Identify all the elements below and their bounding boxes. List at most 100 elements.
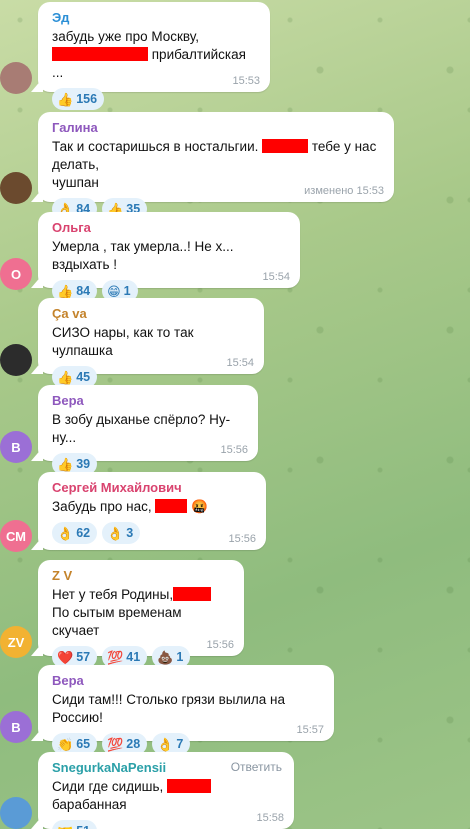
- reaction-emoji-icon: 🤝: [57, 825, 73, 829]
- reaction-emoji-icon: 😁: [107, 283, 121, 299]
- reaction-chip[interactable]: 👌 62: [52, 522, 98, 544]
- message-line: По сытым временам скучает: [52, 604, 232, 640]
- message-bubble[interactable]: Сергей Михайлович Забудь про нас, 🤬 👌 62 👌 3 1…: [38, 472, 266, 550]
- message-line: Сиди где сидишь, барабанная: [52, 778, 282, 814]
- reaction-count: 1: [176, 650, 184, 664]
- reaction-count: 51: [76, 824, 90, 829]
- message-time: 15:56: [220, 444, 248, 456]
- text-segment: Так и состаришься в ностальгии.: [52, 139, 263, 154]
- message-text: забудь уже про Москву, прибалтийская ...: [52, 28, 258, 82]
- message-text: Так и состаришься в ностальгии. тебе у н…: [52, 138, 382, 192]
- reactions-row: 👌 62 👌 3: [52, 522, 254, 544]
- avatar[interactable]: [0, 62, 32, 94]
- message-time: 15:54: [226, 357, 254, 369]
- reaction-emoji-icon: 👍: [57, 456, 74, 472]
- sender-name[interactable]: Галина: [52, 119, 382, 136]
- message-line: прибалтийская ...: [52, 46, 258, 82]
- avatar[interactable]: [0, 344, 32, 376]
- reaction-chip[interactable]: 🤝51: [52, 820, 98, 829]
- message-time: 15:57: [296, 724, 324, 736]
- avatar[interactable]: ZV: [0, 626, 32, 658]
- message-line: Нет у тебя Родины,: [52, 586, 232, 604]
- avatar[interactable]: [0, 797, 32, 829]
- message-bubble[interactable]: Галина Так и состаришься в ностальгии. те…: [38, 112, 394, 220]
- reaction-count: 28: [126, 737, 141, 751]
- sender-name[interactable]: Эд: [52, 9, 258, 26]
- sender-name[interactable]: Ça va: [52, 305, 252, 322]
- text-segment: забудь уже про Москву,: [52, 29, 199, 44]
- text-segment: 🤬: [187, 499, 208, 514]
- text-segment: Нет у тебя Родины,: [52, 587, 174, 602]
- reaction-emoji-icon: 💯: [107, 649, 124, 665]
- message-time: изменено 15:53: [304, 185, 384, 197]
- reaction-count: 41: [126, 650, 141, 664]
- reaction-count: 62: [76, 526, 91, 540]
- message-bubble[interactable]: Вера В зобу дыханье спёрло? Ну-ну... 👍 39 15…: [38, 385, 258, 475]
- reactions-row: 🤝51: [52, 820, 282, 829]
- reaction-emoji-icon: 👏: [57, 736, 74, 752]
- message-text: СИЗО нары, как то так чулпашка: [52, 324, 252, 360]
- message-bubble[interactable]: Ça va СИЗО нары, как то так чулпашка 👍 45 15…: [38, 298, 264, 388]
- message-line: Так и состаришься в ностальгии. тебе у н…: [52, 138, 382, 174]
- reply-button[interactable]: Ответить: [231, 760, 282, 774]
- message-bubble[interactable]: Вера Сиди там!!! Столько грязи вылила на …: [38, 665, 334, 755]
- reaction-count: 7: [176, 737, 184, 751]
- sender-name[interactable]: Вера: [52, 672, 322, 689]
- message-text: Умерла , так умерла..! Не х... вздыхать …: [52, 238, 288, 274]
- redaction-mark: [52, 47, 148, 61]
- text-segment: По сытым временам скучает: [52, 605, 182, 638]
- reaction-emoji-icon: 👌: [107, 525, 124, 541]
- message-time: 15:58: [256, 812, 284, 824]
- message-bubble[interactable]: Z V Нет у тебя Родины, По сытым временам с…: [38, 560, 244, 668]
- reaction-count: 3: [126, 526, 134, 540]
- reaction-count: 45: [76, 370, 91, 384]
- sender-name[interactable]: Вера: [52, 392, 246, 409]
- reaction-count: 84: [76, 284, 91, 298]
- reaction-emoji-icon: 👌: [57, 525, 74, 541]
- message-text: Забудь про нас, 🤬: [52, 498, 254, 516]
- avatar[interactable]: СМ: [0, 520, 32, 552]
- message-text: В зобу дыханье спёрло? Ну-ну...: [52, 411, 246, 447]
- reaction-emoji-icon: 👍: [57, 369, 74, 385]
- reaction-emoji-icon: 💩: [157, 649, 174, 665]
- text-segment: чушпан: [52, 175, 99, 190]
- redaction-mark: [155, 499, 188, 513]
- redaction-mark: [262, 139, 309, 153]
- message-line: забудь уже про Москву,: [52, 28, 258, 46]
- avatar[interactable]: [0, 172, 32, 204]
- reaction-chip[interactable]: 👌 3: [102, 522, 141, 544]
- avatar[interactable]: О: [0, 258, 32, 290]
- message-time: 15:56: [228, 533, 256, 545]
- avatar[interactable]: В: [0, 711, 32, 743]
- message-time: 15:54: [262, 271, 290, 283]
- message-line: В зобу дыханье спёрло? Ну-ну...: [52, 411, 246, 447]
- text-segment: Сиди где сидишь,: [52, 779, 167, 794]
- text-segment: Сиди там!!! Столько грязи вылила на Росс…: [52, 692, 285, 725]
- reaction-count: 1: [123, 284, 131, 298]
- message-line: Умерла , так умерла..! Не х... вздыхать …: [52, 238, 288, 274]
- message-bubble[interactable]: Эд забудь уже про Москву, прибалтийская .…: [38, 2, 270, 110]
- message-bubble[interactable]: Ольга Умерла , так умерла..! Не х... взды…: [38, 212, 300, 302]
- reaction-count: 65: [76, 737, 91, 751]
- reactions-row: 👍 156: [52, 88, 258, 110]
- reaction-count: 57: [76, 650, 91, 664]
- message-time: 15:56: [206, 639, 234, 651]
- text-segment: СИЗО нары, как то так чулпашка: [52, 325, 194, 358]
- message-text: Нет у тебя Родины, По сытым временам скуч…: [52, 586, 232, 640]
- message-bubble[interactable]: SnegurkaNaPensii Ответить Сиди где сидишь,…: [38, 752, 294, 829]
- reaction-emoji-icon: 👌: [157, 736, 174, 752]
- message-line: Забудь про нас, 🤬: [52, 498, 254, 516]
- sender-name[interactable]: Z V: [52, 567, 232, 584]
- message-line: СИЗО нары, как то так чулпашка: [52, 324, 252, 360]
- sender-name[interactable]: Сергей Михайлович: [52, 479, 254, 496]
- sender-name[interactable]: Ольга: [52, 219, 288, 236]
- reaction-emoji-icon: 👍: [57, 283, 74, 299]
- text-segment: барабанная: [52, 797, 127, 812]
- reaction-count: 39: [76, 457, 91, 471]
- message-text: Сиди где сидишь, барабанная: [52, 778, 282, 814]
- text-segment: Умерла , так умерла..! Не х... вздыхать …: [52, 239, 234, 272]
- reaction-emoji-icon: 👍: [57, 91, 74, 107]
- avatar[interactable]: В: [0, 431, 32, 463]
- reaction-chip[interactable]: 👍 156: [52, 88, 105, 110]
- reaction-emoji-icon: ❤️: [57, 649, 74, 665]
